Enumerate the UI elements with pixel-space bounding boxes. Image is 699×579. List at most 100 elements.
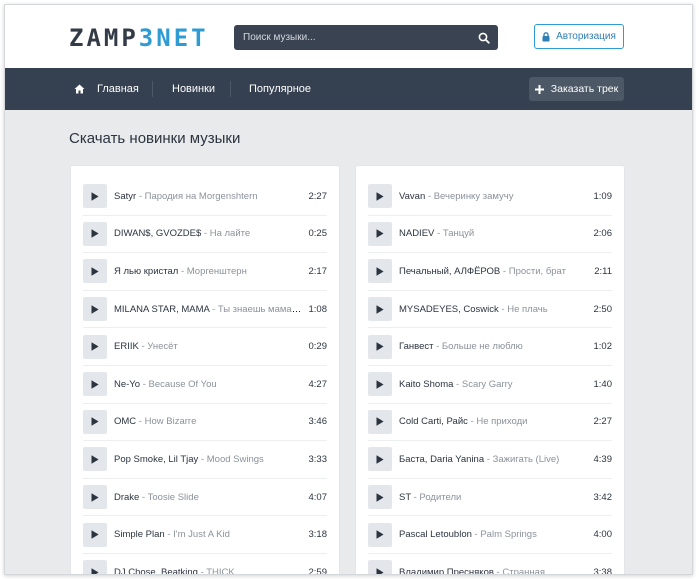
track-row[interactable]: Cold Carti, Райс - Не приходи 2:27 <box>368 404 612 442</box>
play-button[interactable] <box>83 485 107 510</box>
track-duration: 2:27 <box>593 416 613 428</box>
track-info[interactable]: Владимир Пресняков - Странная <box>399 567 588 574</box>
play-icon <box>91 229 99 239</box>
track-separator: - <box>209 303 218 315</box>
track-row[interactable]: Баста, Daria Yanina - Зажигать (Live) 4:3… <box>368 441 612 479</box>
play-button[interactable] <box>368 184 392 209</box>
track-duration: 4:27 <box>308 378 328 390</box>
track-row[interactable]: DJ Chose, Beatking - THICK 2:59 <box>83 554 327 574</box>
track-row[interactable]: Ганвест - Больше не люблю 1:02 <box>368 328 612 366</box>
track-row[interactable]: Печальный, АЛФЁРОВ - Прости, брат 2:11 <box>368 253 612 291</box>
track-info[interactable]: MYSADEYES, Coswick - Не плачь <box>399 304 588 315</box>
logo-text-2: NET <box>156 24 209 52</box>
play-button[interactable] <box>83 334 107 359</box>
track-row[interactable]: Simple Plan - I'm Just A Kid 3:18 <box>83 516 327 554</box>
track-info[interactable]: Ne-Yo - Because Of You <box>114 379 303 390</box>
track-info[interactable]: Pascal Letoublon - Palm Springs <box>399 529 588 540</box>
track-row[interactable]: MYSADEYES, Coswick - Не плачь 2:50 <box>368 291 612 329</box>
play-button[interactable] <box>83 409 107 434</box>
track-row[interactable]: Я лью кристал - Моргенштерн 2:17 <box>83 253 327 291</box>
track-info[interactable]: ST - Родители <box>399 492 588 503</box>
track-info[interactable]: Ганвест - Больше не люблю <box>399 341 588 352</box>
play-button[interactable] <box>83 372 107 397</box>
track-title: Toosie Slide <box>147 491 199 503</box>
order-track-button[interactable]: Заказать трек <box>529 77 624 101</box>
track-info[interactable]: DJ Chose, Beatking - THICK <box>114 567 303 574</box>
play-icon <box>91 267 99 276</box>
play-button[interactable] <box>83 560 107 574</box>
search-button[interactable] <box>470 25 498 50</box>
track-row[interactable]: Pascal Letoublon - Palm Springs 4:00 <box>368 516 612 554</box>
track-artist: Pop Smoke, Lil Tjay <box>114 453 199 465</box>
track-duration: 0:25 <box>308 228 328 240</box>
track-row[interactable]: OMC - How Bizarre 3:46 <box>83 404 327 442</box>
track-row[interactable]: Ne-Yo - Because Of You 4:27 <box>83 366 327 404</box>
track-row[interactable]: Владимир Пресняков - Странная 3:38 <box>368 554 612 574</box>
track-title: Scary Garry <box>461 378 513 390</box>
track-row[interactable]: ERIIK - Унесёт 0:29 <box>83 328 327 366</box>
track-info[interactable]: Cold Carti, Райс - Не приходи <box>399 416 588 427</box>
play-button[interactable] <box>368 485 392 510</box>
track-artist: Ганвест <box>399 341 434 353</box>
track-title: На лайте <box>209 228 251 240</box>
play-button[interactable] <box>368 221 392 246</box>
track-row[interactable]: Pop Smoke, Lil Tjay - Mood Swings 3:33 <box>83 441 327 479</box>
track-info[interactable]: Vavan - Вечеринку замучу <box>399 191 588 202</box>
nav-divider <box>230 81 231 97</box>
track-info[interactable]: OMC - How Bizarre <box>114 416 303 427</box>
track-artist: Simple Plan <box>114 529 165 541</box>
track-info[interactable]: Satyr - Пародия на Morgenshtern <box>114 191 303 202</box>
play-button[interactable] <box>83 184 107 209</box>
track-title: I'm Just A Kid <box>173 529 230 541</box>
track-info[interactable]: Я лью кристал - Моргенштерн <box>114 266 303 277</box>
play-button[interactable] <box>368 522 392 547</box>
play-icon <box>376 417 384 427</box>
track-title: Не приходи <box>476 416 528 428</box>
track-artist: MYSADEYES, Coswick <box>399 303 499 315</box>
play-button[interactable] <box>368 259 392 284</box>
play-button[interactable] <box>368 334 392 359</box>
play-button[interactable] <box>368 372 392 397</box>
track-title: Ты знаешь мама я е... <box>217 303 303 315</box>
track-duration: 3:33 <box>308 453 328 465</box>
track-separator: - <box>164 529 174 541</box>
track-row[interactable]: NADIEV - Танцуй 2:06 <box>368 216 612 254</box>
track-row[interactable]: Vavan - Вечеринку замучу 1:09 <box>368 178 612 216</box>
track-row[interactable]: MILANA STAR, MAMA - Ты знаешь мама я е..… <box>83 291 327 329</box>
track-info[interactable]: DIWAN$, GVOZDE$ - На лайте <box>114 228 303 239</box>
track-info[interactable]: Simple Plan - I'm Just A Kid <box>114 529 303 540</box>
track-row[interactable]: Drake - Toosie Slide 4:07 <box>83 479 327 517</box>
track-info[interactable]: Kaito Shoma - Scary Garry <box>399 379 588 390</box>
track-info[interactable]: Баста, Daria Yanina - Зажигать (Live) <box>399 454 588 465</box>
track-row[interactable]: ST - Родители 3:42 <box>368 479 612 517</box>
track-info[interactable]: Печальный, АЛФЁРОВ - Прости, брат <box>399 266 588 277</box>
play-button[interactable] <box>368 409 392 434</box>
nav-item-new[interactable]: Новинки <box>172 83 215 95</box>
track-info[interactable]: MILANA STAR, MAMA - Ты знаешь мама я е..… <box>114 304 303 315</box>
track-row[interactable]: Satyr - Пародия на Morgenshtern 2:27 <box>83 178 327 216</box>
track-info[interactable]: Drake - Toosie Slide <box>114 492 303 503</box>
login-button[interactable]: Авторизация <box>534 24 624 49</box>
search-input[interactable] <box>234 32 470 43</box>
play-button[interactable] <box>368 560 392 574</box>
play-icon <box>376 455 384 464</box>
play-button[interactable] <box>368 447 392 472</box>
track-info[interactable]: ERIIK - Унесёт <box>114 341 303 352</box>
play-button[interactable] <box>83 447 107 472</box>
track-row[interactable]: DIWAN$, GVOZDE$ - На лайте 0:25 <box>83 216 327 254</box>
play-button[interactable] <box>83 297 107 322</box>
track-info[interactable]: NADIEV - Танцуй <box>399 228 588 239</box>
play-button[interactable] <box>83 522 107 547</box>
play-icon <box>376 492 384 502</box>
home-icon[interactable] <box>74 84 85 94</box>
nav-item-popular[interactable]: Популярное <box>249 83 311 95</box>
track-info[interactable]: Pop Smoke, Lil Tjay - Mood Swings <box>114 454 303 465</box>
track-duration: 4:39 <box>593 453 613 465</box>
play-button[interactable] <box>368 297 392 322</box>
site-logo[interactable]: ZAMP 3 NET <box>69 24 209 52</box>
track-row[interactable]: Kaito Shoma - Scary Garry 1:40 <box>368 366 612 404</box>
track-artist: ST <box>399 491 411 503</box>
play-button[interactable] <box>83 221 107 246</box>
nav-item-home[interactable]: Главная <box>97 83 139 95</box>
play-button[interactable] <box>83 259 107 284</box>
